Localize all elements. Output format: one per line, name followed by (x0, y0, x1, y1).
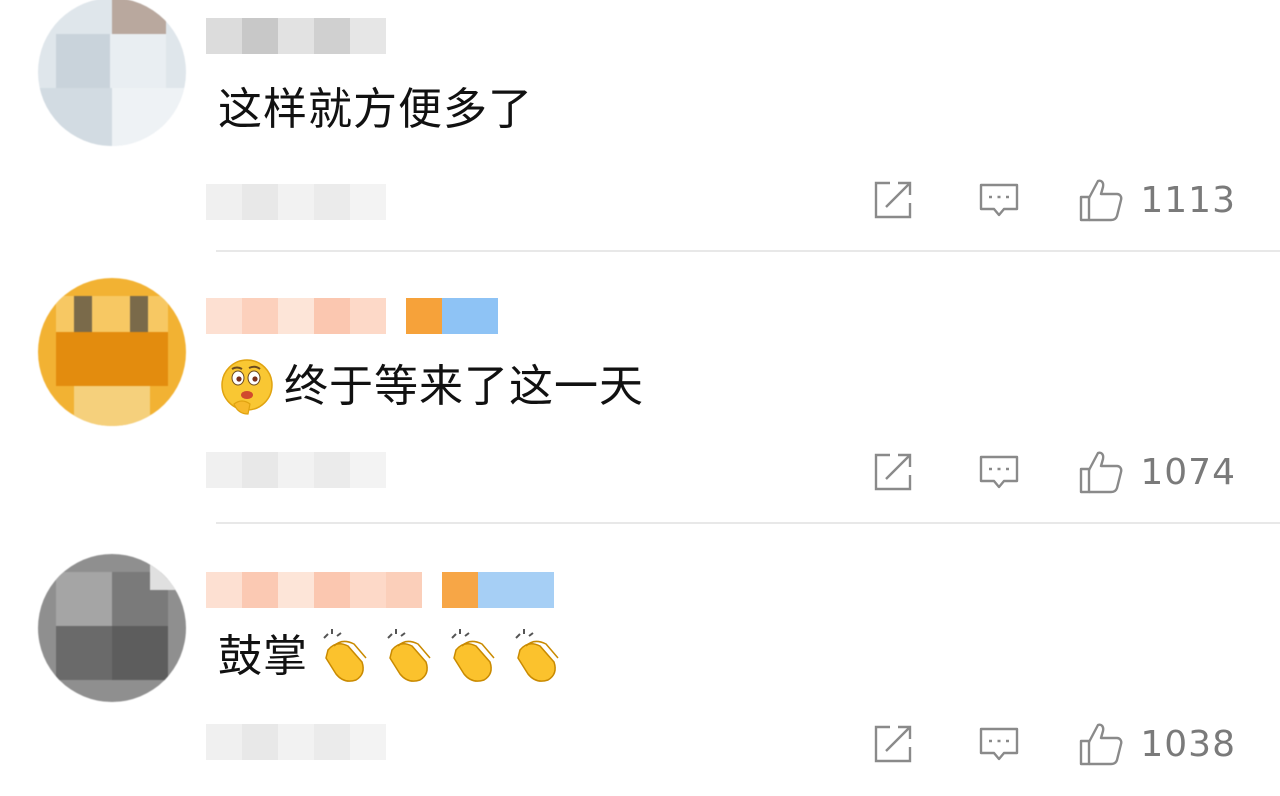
comment-actions: 1074 (870, 442, 1236, 502)
comment-item: 终于等来了这一天 1074 (0, 262, 1280, 524)
like-button[interactable]: 1038 (1078, 721, 1236, 767)
like-button[interactable]: 1074 (1078, 449, 1236, 495)
timestamp-blurred (206, 184, 386, 220)
comment-actions: 1113 (870, 170, 1236, 230)
timestamp-blurred (206, 452, 386, 488)
comment-item: 鼓掌 1038 (0, 534, 1280, 796)
thumbs-up-icon (1078, 721, 1124, 767)
divider (216, 250, 1280, 252)
clapping-hands-icon (442, 628, 500, 686)
thinking-face-icon (218, 358, 276, 416)
username-blurred[interactable] (206, 18, 386, 54)
comment-item: 这样就方便多了 1113 (0, 0, 1280, 262)
clapping-hands-icon (378, 628, 436, 686)
comment-text: 终于等来了这一天 (218, 358, 644, 416)
comment-text: 这样就方便多了 (218, 82, 533, 138)
timestamp-blurred (206, 724, 386, 760)
avatar[interactable] (38, 278, 186, 426)
clapping-hands-icon (314, 628, 372, 686)
thumbs-up-icon (1078, 449, 1124, 495)
comment-text-content: 终于等来了这一天 (284, 361, 644, 412)
comment-text: 鼓掌 (218, 628, 564, 686)
share-icon[interactable] (870, 721, 916, 767)
level-badge (406, 298, 442, 334)
like-count: 1038 (1140, 723, 1236, 765)
vip-badge (478, 572, 554, 608)
like-count: 1113 (1140, 179, 1236, 221)
comment-actions: 1038 (870, 714, 1236, 774)
like-count: 1074 (1140, 451, 1236, 493)
like-button[interactable]: 1113 (1078, 177, 1236, 223)
level-badge (442, 572, 478, 608)
comment-icon[interactable] (976, 449, 1022, 495)
clapping-hands-icon (506, 628, 564, 686)
comment-icon[interactable] (976, 177, 1022, 223)
username-blurred[interactable] (206, 298, 498, 334)
comment-icon[interactable] (976, 721, 1022, 767)
share-icon[interactable] (870, 449, 916, 495)
avatar[interactable] (38, 0, 186, 146)
thumbs-up-icon (1078, 177, 1124, 223)
vip-badge (442, 298, 498, 334)
username-blurred[interactable] (206, 572, 554, 608)
avatar[interactable] (38, 554, 186, 702)
share-icon[interactable] (870, 177, 916, 223)
comment-text-content: 鼓掌 (218, 631, 308, 682)
divider (216, 522, 1280, 524)
comment-text-content: 这样就方便多了 (218, 84, 533, 135)
